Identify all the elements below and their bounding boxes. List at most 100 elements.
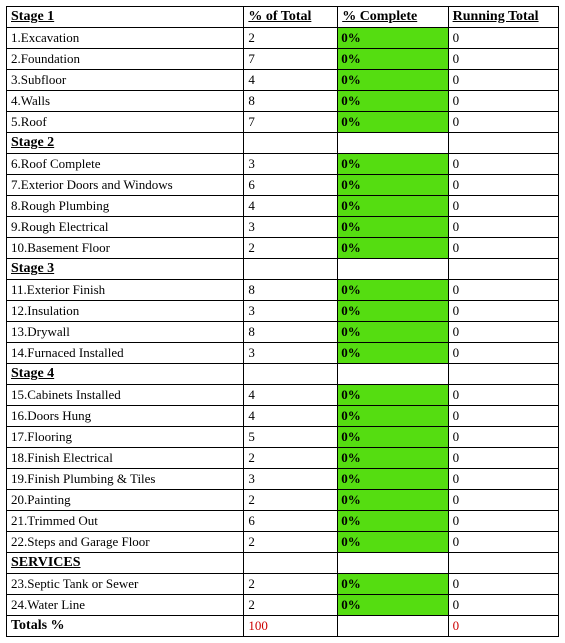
item-label: 19.Finish Plumbing & Tiles xyxy=(7,469,244,490)
pct-cell[interactable]: 2 xyxy=(244,238,338,259)
complete-cell[interactable]: 0% xyxy=(338,574,448,595)
running-cell: 0 xyxy=(448,406,558,427)
complete-cell[interactable]: 0% xyxy=(338,196,448,217)
item-label: 23.Septic Tank or Sewer xyxy=(7,574,244,595)
complete-cell[interactable]: 0% xyxy=(338,448,448,469)
complete-cell[interactable]: 0% xyxy=(338,217,448,238)
services-header: SERVICES xyxy=(7,553,244,574)
pct-cell[interactable]: 3 xyxy=(244,343,338,364)
empty-cell xyxy=(244,133,338,154)
running-cell: 0 xyxy=(448,595,558,616)
complete-cell[interactable]: 0% xyxy=(338,28,448,49)
header-pct-complete: % Complete xyxy=(338,7,448,28)
item-label: 24.Water Line xyxy=(7,595,244,616)
pct-cell[interactable]: 3 xyxy=(244,301,338,322)
complete-cell[interactable]: 0% xyxy=(338,70,448,91)
item-label: 3.Subfloor xyxy=(7,70,244,91)
table-row: 23.Septic Tank or Sewer 2 0% 0 xyxy=(7,574,559,595)
complete-cell[interactable]: 0% xyxy=(338,490,448,511)
item-label: 7.Exterior Doors and Windows xyxy=(7,175,244,196)
running-cell: 0 xyxy=(448,427,558,448)
complete-cell[interactable]: 0% xyxy=(338,301,448,322)
stage-header-row: SERVICES xyxy=(7,553,559,574)
pct-cell[interactable]: 4 xyxy=(244,385,338,406)
empty-cell xyxy=(244,364,338,385)
pct-cell[interactable]: 2 xyxy=(244,574,338,595)
complete-cell[interactable]: 0% xyxy=(338,112,448,133)
table-row: 15.Cabinets Installed 4 0% 0 xyxy=(7,385,559,406)
complete-cell[interactable]: 0% xyxy=(338,154,448,175)
empty-cell xyxy=(244,259,338,280)
complete-cell[interactable]: 0% xyxy=(338,511,448,532)
pct-cell[interactable]: 3 xyxy=(244,469,338,490)
complete-cell[interactable]: 0% xyxy=(338,322,448,343)
complete-cell[interactable]: 0% xyxy=(338,280,448,301)
pct-cell[interactable]: 4 xyxy=(244,406,338,427)
pct-cell[interactable]: 3 xyxy=(244,217,338,238)
pct-cell[interactable]: 2 xyxy=(244,448,338,469)
complete-cell[interactable]: 0% xyxy=(338,385,448,406)
running-cell: 0 xyxy=(448,385,558,406)
running-cell: 0 xyxy=(448,28,558,49)
empty-cell xyxy=(338,553,448,574)
table-row: 14.Furnaced Installed 3 0% 0 xyxy=(7,343,559,364)
running-cell: 0 xyxy=(448,532,558,553)
pct-cell[interactable]: 6 xyxy=(244,175,338,196)
table-row: 12.Insulation 3 0% 0 xyxy=(7,301,559,322)
item-label: 14.Furnaced Installed xyxy=(7,343,244,364)
complete-cell[interactable]: 0% xyxy=(338,238,448,259)
empty-cell xyxy=(338,133,448,154)
pct-cell[interactable]: 8 xyxy=(244,280,338,301)
item-label: 10.Basement Floor xyxy=(7,238,244,259)
complete-cell[interactable]: 0% xyxy=(338,469,448,490)
table-row: 11.Exterior Finish 8 0% 0 xyxy=(7,280,559,301)
complete-cell[interactable]: 0% xyxy=(338,595,448,616)
totals-complete xyxy=(338,616,448,637)
table-row: 8.Rough Plumbing 4 0% 0 xyxy=(7,196,559,217)
complete-cell[interactable]: 0% xyxy=(338,406,448,427)
complete-cell[interactable]: 0% xyxy=(338,91,448,112)
pct-cell[interactable]: 4 xyxy=(244,196,338,217)
item-label: 11.Exterior Finish xyxy=(7,280,244,301)
pct-cell[interactable]: 2 xyxy=(244,28,338,49)
totals-pct: 100 xyxy=(244,616,338,637)
complete-cell[interactable]: 0% xyxy=(338,427,448,448)
running-cell: 0 xyxy=(448,154,558,175)
table-row: 18.Finish Electrical 2 0% 0 xyxy=(7,448,559,469)
construction-progress-table: Stage 1 % of Total % Complete Running To… xyxy=(6,6,559,637)
complete-cell[interactable]: 0% xyxy=(338,532,448,553)
table-row: 13.Drywall 8 0% 0 xyxy=(7,322,559,343)
pct-cell[interactable]: 2 xyxy=(244,490,338,511)
table-row: 6.Roof Complete 3 0% 0 xyxy=(7,154,559,175)
item-label: 9.Rough Electrical xyxy=(7,217,244,238)
item-label: 8.Rough Plumbing xyxy=(7,196,244,217)
pct-cell[interactable]: 2 xyxy=(244,532,338,553)
pct-cell[interactable]: 4 xyxy=(244,70,338,91)
pct-cell[interactable]: 6 xyxy=(244,511,338,532)
empty-cell xyxy=(448,553,558,574)
empty-cell xyxy=(338,259,448,280)
complete-cell[interactable]: 0% xyxy=(338,49,448,70)
item-label: 16.Doors Hung xyxy=(7,406,244,427)
pct-cell[interactable]: 2 xyxy=(244,595,338,616)
running-cell: 0 xyxy=(448,112,558,133)
stage-header-row: Stage 4 xyxy=(7,364,559,385)
running-cell: 0 xyxy=(448,343,558,364)
pct-cell[interactable]: 5 xyxy=(244,427,338,448)
pct-cell[interactable]: 7 xyxy=(244,49,338,70)
totals-label: Totals % xyxy=(7,616,244,637)
stage-header-row: Stage 2 xyxy=(7,133,559,154)
item-label: 1.Excavation xyxy=(7,28,244,49)
complete-cell[interactable]: 0% xyxy=(338,343,448,364)
complete-cell[interactable]: 0% xyxy=(338,175,448,196)
table-row: 5.Roof 7 0% 0 xyxy=(7,112,559,133)
pct-cell[interactable]: 8 xyxy=(244,322,338,343)
pct-cell[interactable]: 8 xyxy=(244,91,338,112)
item-label: 15.Cabinets Installed xyxy=(7,385,244,406)
empty-cell xyxy=(244,553,338,574)
table-row: 4.Walls 8 0% 0 xyxy=(7,91,559,112)
running-cell: 0 xyxy=(448,448,558,469)
running-cell: 0 xyxy=(448,49,558,70)
pct-cell[interactable]: 7 xyxy=(244,112,338,133)
pct-cell[interactable]: 3 xyxy=(244,154,338,175)
